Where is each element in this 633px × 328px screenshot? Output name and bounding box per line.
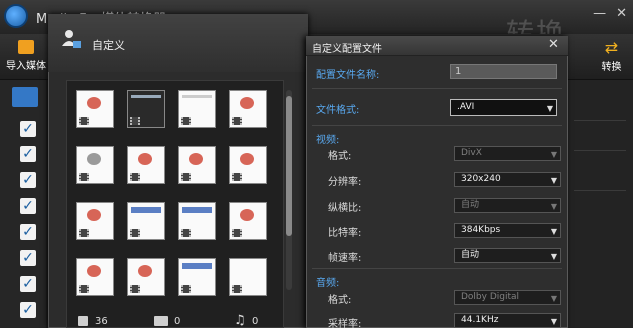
aspect-ratio-value: 自动 — [461, 200, 480, 210]
user-icon — [62, 30, 81, 48]
thumbnail[interactable] — [229, 146, 267, 184]
framerate-label: 帧速率: — [328, 253, 362, 264]
import-media-button[interactable]: 导入媒体 — [0, 38, 52, 78]
resolution-label: 分辨率: — [328, 177, 362, 188]
row-checkbox[interactable]: ✓ — [20, 250, 36, 266]
divider — [312, 268, 562, 269]
chevron-down-icon: ▼ — [550, 294, 557, 303]
video-count: 36 — [95, 316, 108, 327]
thumbnail[interactable] — [76, 258, 114, 296]
chevron-down-icon: ▼ — [546, 104, 553, 113]
video-count-icon — [78, 316, 88, 326]
file-format-label: 文件格式: — [316, 105, 360, 116]
import-icon — [18, 40, 34, 54]
select-all-button[interactable] — [12, 87, 38, 107]
app-logo-icon — [4, 4, 28, 28]
bitrate-value: 384Kbps — [461, 225, 501, 235]
custom-dialog-title: 自定义 — [92, 39, 125, 52]
audio-codec-value: Dolby Digital — [461, 292, 520, 302]
close-window-icon[interactable]: ✕ — [616, 6, 627, 21]
thumbnail[interactable] — [76, 90, 114, 128]
convert-icon: ⇄ — [604, 38, 619, 57]
scrollbar-thumb[interactable] — [286, 96, 292, 236]
chevron-down-icon: ▼ — [550, 150, 557, 159]
import-label: 导入媒体 — [6, 61, 46, 72]
audio-section-label: 音频: — [316, 278, 340, 289]
framerate-value: 自动 — [461, 250, 480, 260]
audio-codec-select: Dolby Digital ▼ — [454, 290, 561, 305]
close-icon[interactable]: ✕ — [548, 37, 559, 52]
sample-rate-label: 采样率: — [328, 319, 362, 328]
resolution-select[interactable]: 320x240 ▼ — [454, 172, 561, 187]
video-section-label: 视频: — [316, 135, 340, 146]
thumbnail[interactable] — [229, 90, 267, 128]
profile-dialog-title: 自定义配置文件 — [312, 44, 382, 55]
row-checkbox[interactable]: ✓ — [20, 198, 36, 214]
thumbnail[interactable] — [178, 202, 216, 240]
divider — [574, 150, 626, 151]
chevron-down-icon: ▼ — [550, 252, 557, 261]
thumbnail[interactable] — [178, 90, 216, 128]
convert-button[interactable]: ⇄ 转换 — [590, 38, 633, 78]
file-format-select[interactable]: .AVI ▼ — [450, 99, 557, 116]
window-controls: — ✕ — [583, 6, 627, 21]
convert-label: 转换 — [601, 62, 622, 73]
sample-rate-value: 44.1KHz — [461, 315, 499, 325]
bitrate-select[interactable]: 384Kbps ▼ — [454, 223, 561, 238]
chevron-down-icon: ▼ — [550, 176, 557, 185]
chevron-down-icon: ▼ — [550, 317, 557, 326]
audio-codec-label: 格式: — [328, 295, 352, 306]
image-count-icon — [154, 316, 168, 326]
row-checkbox[interactable]: ✓ — [20, 276, 36, 292]
resolution-value: 320x240 — [461, 174, 501, 184]
divider — [312, 88, 562, 89]
app-window: Media F... 媒体转换器 转换 —✕ 导入媒体 ⇄ 转换 ✓ ✓ ✓ ✓… — [0, 0, 633, 328]
bitrate-label: 比特率: — [328, 228, 362, 239]
thumbnail[interactable] — [229, 258, 267, 296]
file-format-value: .AVI — [457, 102, 475, 112]
profile-name-label: 配置文件名称: — [316, 70, 380, 81]
custom-dialog-header — [48, 14, 308, 72]
chevron-down-icon: ▼ — [550, 202, 557, 211]
music-note-icon: ♫ — [234, 313, 246, 328]
aspect-ratio-label: 纵横比: — [328, 203, 362, 214]
thumbnail[interactable] — [127, 146, 165, 184]
thumbnail[interactable] — [178, 258, 216, 296]
divider — [574, 190, 626, 191]
video-codec-value: DivX — [461, 148, 482, 158]
video-codec-label: 格式: — [328, 151, 352, 162]
divider — [312, 125, 562, 126]
thumbnail[interactable] — [127, 90, 165, 128]
framerate-select[interactable]: 自动 ▼ — [454, 248, 561, 263]
minimize-icon[interactable]: — — [593, 6, 606, 21]
chevron-down-icon: ▼ — [550, 227, 557, 236]
thumbnail[interactable] — [127, 258, 165, 296]
row-checkbox[interactable]: ✓ — [20, 121, 36, 137]
row-checkbox[interactable]: ✓ — [20, 172, 36, 188]
thumbnail[interactable] — [76, 146, 114, 184]
divider — [574, 120, 626, 121]
sample-rate-select[interactable]: 44.1KHz ▼ — [454, 313, 561, 328]
row-checkbox[interactable]: ✓ — [20, 146, 36, 162]
image-count: 0 — [174, 316, 181, 327]
thumbnail[interactable] — [229, 202, 267, 240]
aspect-ratio-select: 自动 ▼ — [454, 198, 561, 213]
thumbnail[interactable] — [178, 146, 216, 184]
profile-name-input[interactable]: 1 — [450, 64, 557, 79]
thumbnail[interactable] — [127, 202, 165, 240]
right-panel — [568, 80, 633, 328]
thumbnail[interactable] — [76, 202, 114, 240]
row-checkbox[interactable]: ✓ — [20, 224, 36, 240]
audio-count: 0 — [252, 316, 259, 327]
row-checkbox[interactable]: ✓ — [20, 302, 36, 318]
video-codec-select: DivX ▼ — [454, 146, 561, 161]
